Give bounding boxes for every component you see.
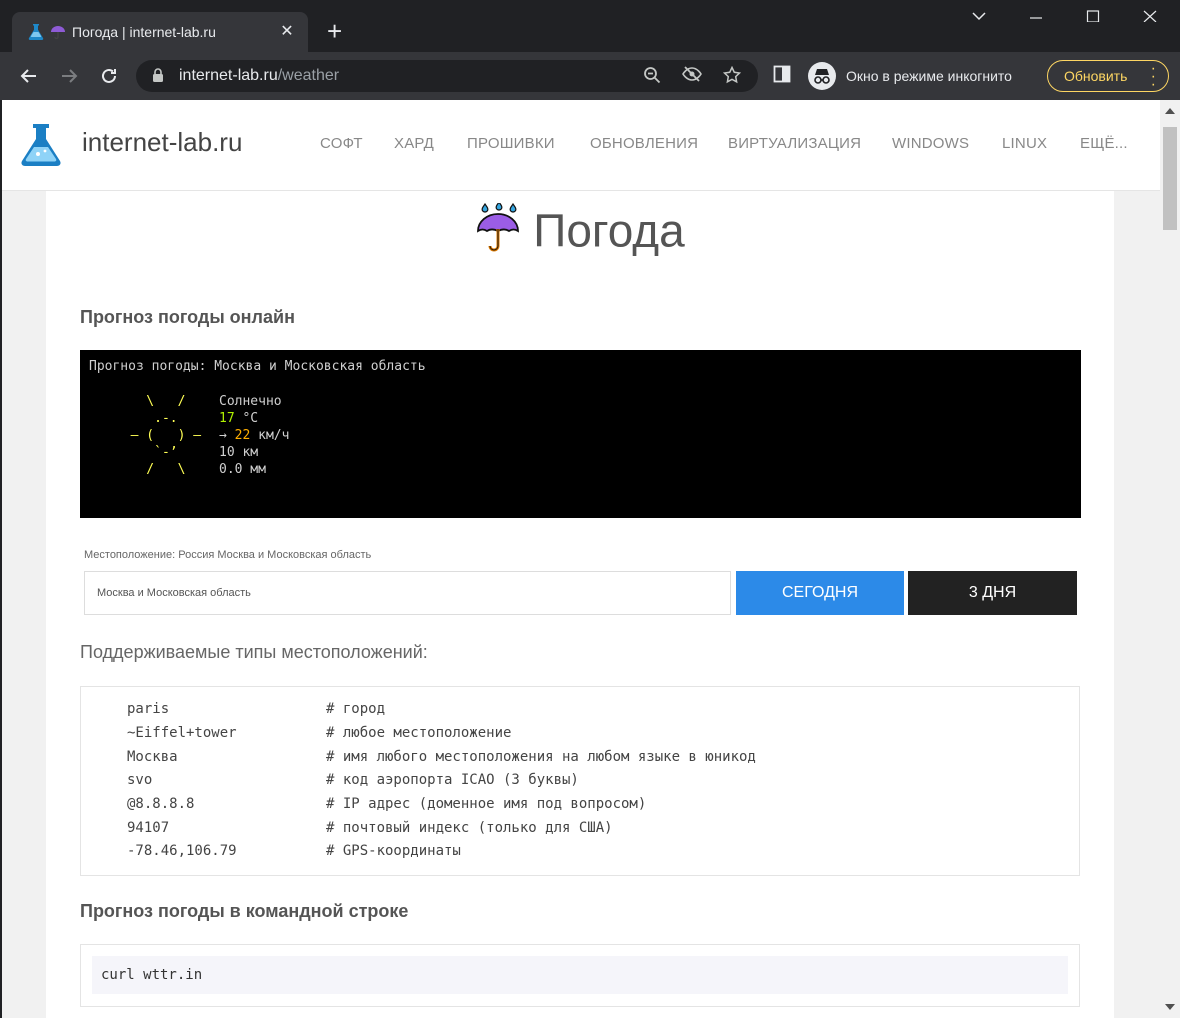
condition: Солнечно [219, 394, 282, 409]
scrollbar-thumb[interactable] [1163, 127, 1177, 230]
weather-info: Солнечно 17 °C → 22 км/ч 10 км 0.0 мм [219, 393, 289, 478]
tab-strip: Погода | internet-lab.ru ✕ + [0, 0, 1180, 52]
scroll-up-icon[interactable] [1165, 108, 1175, 114]
types-heading: Поддерживаемые типы местоположений: [80, 642, 428, 662]
page-scrollbar[interactable] [1160, 100, 1180, 1018]
wind-value: 22 [234, 428, 251, 443]
terminal-header: Прогноз погоды: Москва и Московская обла… [89, 359, 426, 374]
bookmark-star-icon[interactable] [722, 65, 742, 86]
lock-icon[interactable] [152, 68, 164, 88]
list-item: -78.46,106.79 # GPS-координаты [127, 843, 461, 859]
url-text[interactable]: internet-lab.ru/weather [179, 67, 339, 85]
umbrella-icon [50, 22, 66, 42]
sun-ascii-icon: \ / .-. ― ( ) ― `-’ / \ [130, 394, 202, 477]
nav-firmware[interactable]: ПРОШИВКИ [467, 135, 555, 152]
new-tab-icon[interactable]: + [327, 17, 342, 45]
close-window-icon[interactable] [1135, 8, 1165, 27]
forecast-heading: Прогноз погоды онлайн [80, 307, 295, 327]
active-tab[interactable]: Погода | internet-lab.ru ✕ [12, 12, 308, 52]
update-button[interactable]: Обновить · · · [1047, 60, 1169, 93]
nav-windows[interactable]: WINDOWS [892, 135, 969, 152]
list-item: paris # город [127, 701, 386, 717]
side-panel-icon[interactable] [773, 65, 791, 83]
flask-icon [26, 22, 46, 42]
tab-title: Погода | internet-lab.ru [72, 24, 216, 40]
nav-linux[interactable]: LINUX [1002, 135, 1047, 152]
scroll-down-icon[interactable] [1165, 1004, 1175, 1010]
nav-soft[interactable]: СОФТ [320, 135, 363, 152]
incognito-label[interactable]: Окно в режиме инкогнито [846, 68, 1012, 84]
address-bar[interactable]: internet-lab.ru/weather [136, 60, 758, 92]
site-name-link[interactable]: internet-lab.ru [82, 127, 242, 158]
page-title-text: Погода [533, 204, 685, 257]
temperature-value: 17 [219, 411, 235, 426]
main-content: Погода Прогноз погоды онлайн Прогноз пог… [46, 191, 1114, 1018]
page-title: Погода [46, 200, 1114, 266]
maximize-icon[interactable] [1078, 8, 1108, 27]
cli-code[interactable]: curl wttr.in [92, 956, 1068, 994]
page-viewport: internet-lab.ru СОФТ ХАРД ПРОШИВКИ ОБНОВ… [2, 100, 1160, 1018]
nav-hard[interactable]: ХАРД [394, 135, 434, 152]
minimize-icon[interactable] [1021, 8, 1051, 27]
temperature-unit: °C [234, 411, 259, 426]
three-days-button[interactable]: 3 ДНЯ [908, 571, 1077, 615]
visibility: 10 км [219, 445, 259, 460]
location-label: Местоположение: Россия Москва и Московск… [84, 549, 372, 561]
cli-code-box: curl wttr.in [80, 944, 1080, 1007]
incognito-icon[interactable] [808, 62, 836, 90]
nav-updates[interactable]: ОБНОВЛЕНИЯ [590, 135, 698, 152]
precipitation: 0.0 мм [219, 462, 266, 477]
reload-icon[interactable] [97, 64, 121, 88]
wind-arrow-icon: → [219, 428, 235, 443]
umbrella-rain-icon [475, 200, 521, 266]
zoom-out-icon[interactable] [642, 66, 662, 86]
location-input[interactable]: Москва и Московская область [84, 571, 731, 615]
location-types-box: paris # город ~Eiffel+tower # любое местоп… [80, 686, 1080, 876]
site-logo-icon[interactable] [16, 121, 66, 174]
list-item: 94107 # почтовый индекс (только для США) [127, 820, 613, 836]
list-item: svo # код аэропорта ICAO (3 буквы) [127, 772, 579, 788]
eye-off-icon[interactable] [682, 66, 702, 86]
list-item: @8.8.8.8 # IP адрес (доменное имя под воп… [127, 796, 647, 812]
forward-icon[interactable] [57, 64, 81, 88]
nav-more[interactable]: ЕЩЁ... [1080, 135, 1128, 152]
nav-virtualization[interactable]: ВИРТУАЛИЗАЦИЯ [728, 135, 861, 152]
cli-heading: Прогноз погоды в командной строке [80, 901, 409, 921]
weather-terminal: Прогноз погоды: Москва и Московская обла… [80, 350, 1081, 518]
list-item: ~Eiffel+tower # любое местоположение [127, 725, 512, 741]
wind-unit: км/ч [250, 428, 290, 443]
tab-search-icon[interactable] [964, 8, 994, 26]
list-item: Москва # имя любого местоположения на люб… [127, 749, 756, 765]
close-tab-icon[interactable]: ✕ [278, 23, 296, 41]
more-menu-icon[interactable]: · · · [1151, 61, 1156, 93]
today-button[interactable]: СЕГОДНЯ [736, 571, 904, 615]
browser-toolbar: internet-lab.ru/weather Окно в режиме ин… [0, 52, 1180, 100]
back-icon[interactable] [17, 64, 41, 88]
site-header: internet-lab.ru СОФТ ХАРД ПРОШИВКИ ОБНОВ… [2, 100, 1160, 191]
